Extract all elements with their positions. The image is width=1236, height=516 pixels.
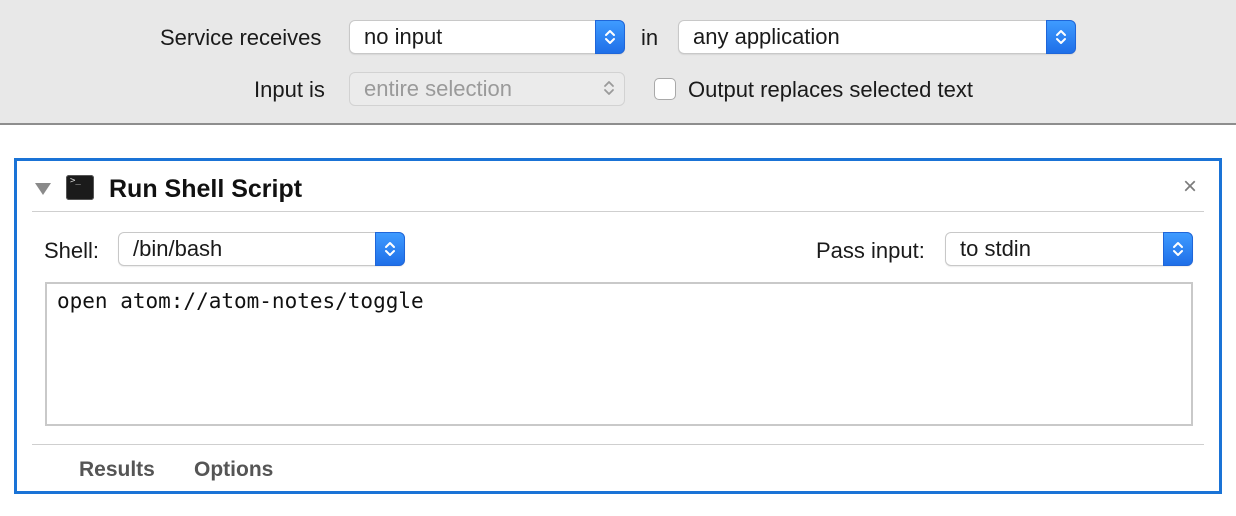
shell-value: /bin/bash xyxy=(133,236,223,261)
stepper-arrows-icon xyxy=(595,20,625,54)
service-receives-label: Service receives xyxy=(160,25,322,50)
shell-label: Shell: xyxy=(44,238,100,263)
script-editor[interactable]: open atom://atom-notes/toggle xyxy=(45,282,1193,426)
pass-input-select[interactable]: to stdin xyxy=(945,232,1193,266)
pass-input-label: Pass input: xyxy=(816,238,925,263)
application-value: any application xyxy=(693,24,840,49)
tab-options[interactable]: Options xyxy=(194,457,273,483)
service-receives-value: no input xyxy=(364,24,443,49)
input-is-label: Input is xyxy=(254,77,325,102)
stepper-arrows-icon xyxy=(375,232,405,266)
output-replaces-label: Output replaces selected text xyxy=(688,77,973,102)
action-title: Run Shell Script xyxy=(109,175,303,203)
run-shell-script-action[interactable]: >_ Run Shell Script × Shell: /bin/bash P… xyxy=(14,158,1222,494)
footer-divider xyxy=(32,444,1204,445)
pass-input-value: to stdin xyxy=(960,236,1031,261)
in-label: in xyxy=(641,25,659,50)
application-select[interactable]: any application xyxy=(678,20,1076,54)
shell-select[interactable]: /bin/bash xyxy=(118,232,405,266)
input-is-select[interactable]: entire selection xyxy=(349,72,625,106)
input-is-value: entire selection xyxy=(364,76,512,101)
terminal-icon: >_ xyxy=(66,175,94,200)
stepper-arrows-icon xyxy=(1163,232,1193,266)
service-receives-select[interactable]: no input xyxy=(349,20,625,54)
header-divider xyxy=(32,211,1204,212)
script-text: open atom://atom-notes/toggle xyxy=(57,289,424,313)
stepper-arrows-icon xyxy=(1046,20,1076,54)
disclosure-triangle-icon[interactable] xyxy=(34,182,52,196)
tab-results[interactable]: Results xyxy=(79,457,155,483)
stepper-arrows-icon xyxy=(595,72,625,106)
output-replaces-checkbox[interactable] xyxy=(654,78,676,100)
close-icon[interactable]: × xyxy=(1183,173,1197,201)
service-settings-bar: Service receives no input in any applica… xyxy=(0,0,1236,125)
